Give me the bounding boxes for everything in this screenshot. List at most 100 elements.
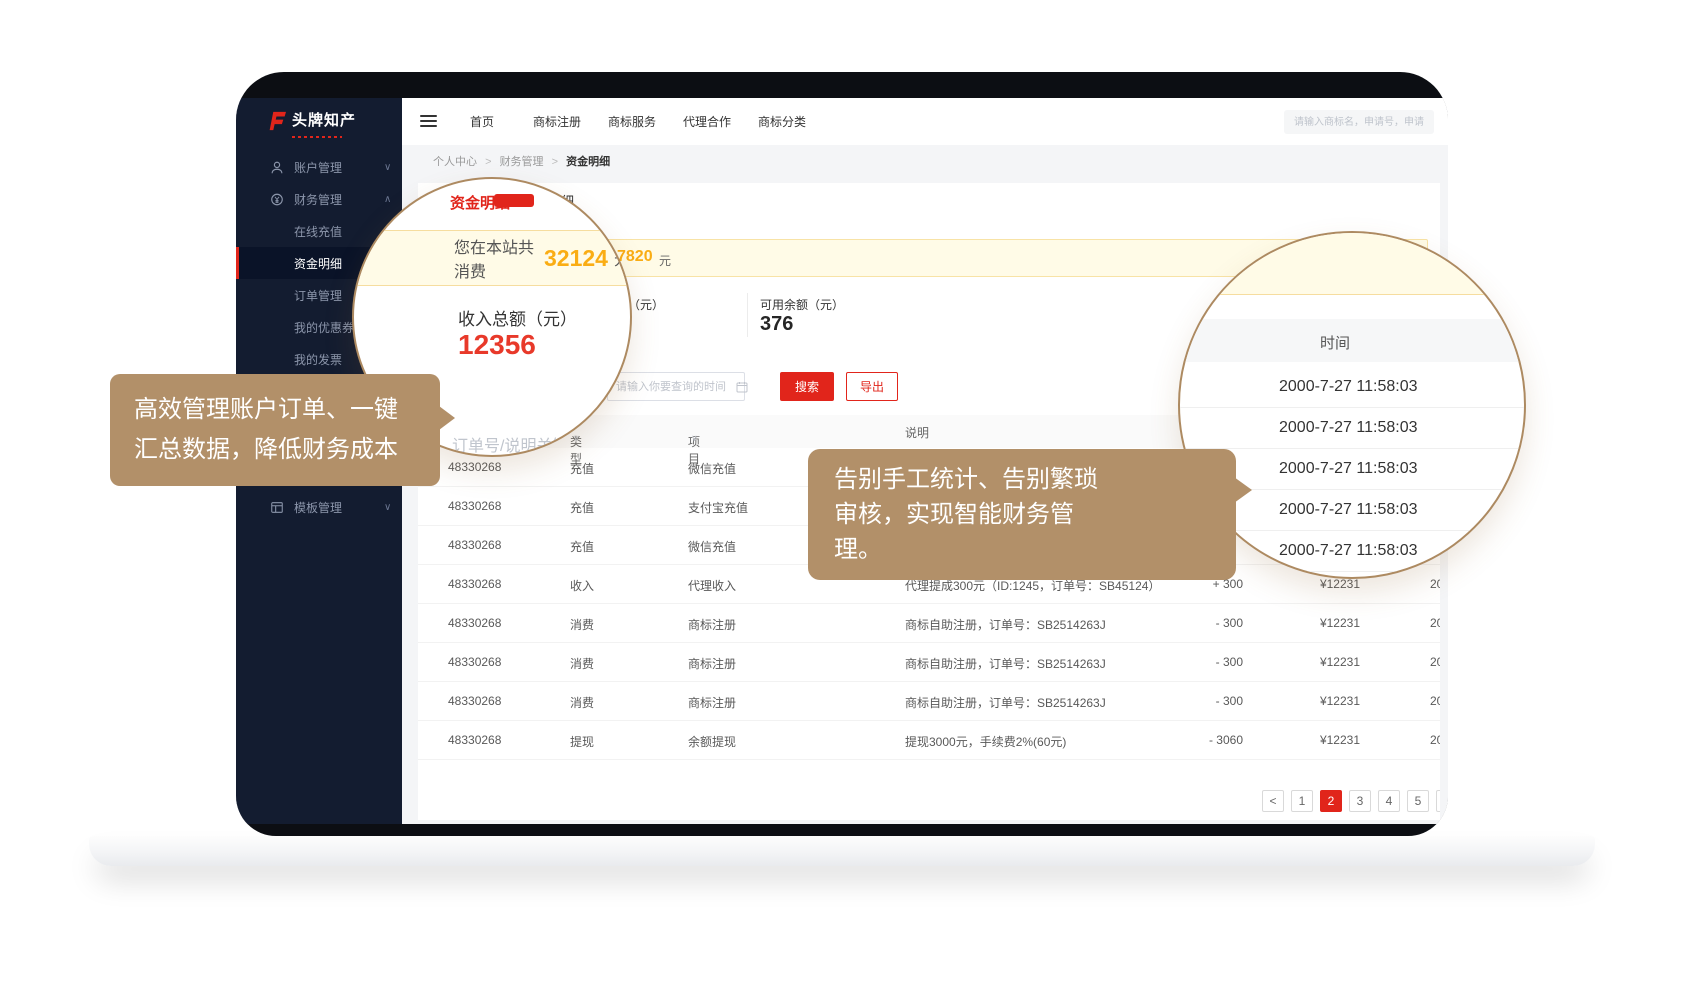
- sidebar-item-templates[interactable]: 模板管理 ∨: [236, 491, 402, 523]
- breadcrumb: 个人中心 > 财务管理 > 资金明细: [402, 145, 1448, 177]
- table-row: 48330268 提现 余额提现 提现3000元，手续费2%(60元) - 30…: [418, 721, 1440, 760]
- balance-value: 376: [760, 313, 793, 336]
- balance-label: 可用余额（元）: [760, 296, 844, 313]
- magnified-time-row: 2000-7-27 11:58:03: [1180, 408, 1524, 449]
- callout-line: 审核，实现智能财务管: [834, 497, 1210, 532]
- cell-project: 微信充值: [688, 460, 736, 477]
- header-desc: 说明: [905, 424, 929, 441]
- sidebar-item-account[interactable]: 账户管理 ∨: [236, 151, 402, 183]
- page-number-button[interactable]: 5: [1407, 790, 1429, 812]
- cell-project: 商标注册: [688, 616, 736, 633]
- date-input[interactable]: [607, 372, 745, 401]
- page-prev-button[interactable]: <: [1262, 790, 1284, 812]
- cell-type: 收入: [570, 577, 594, 594]
- caret-down-icon: ∨: [691, 433, 698, 444]
- laptop-base: [89, 836, 1595, 866]
- logo-tagline: [292, 136, 342, 138]
- cell-order: 48330268: [448, 499, 501, 513]
- magnified-banner-strip: [1180, 233, 1524, 295]
- cell-amount: - 300: [1123, 694, 1243, 708]
- page-number-button[interactable]: 3: [1349, 790, 1371, 812]
- cell-order: 48330268: [448, 577, 501, 591]
- cell-balance: ¥12231: [1250, 577, 1360, 591]
- cell-type: 充值: [570, 538, 594, 555]
- cell-project: 支付宝充值: [688, 499, 748, 516]
- cell-project: 代理收入: [688, 577, 736, 594]
- cell-type: 充值: [570, 460, 594, 477]
- cell-balance: ¥12231: [1250, 733, 1360, 747]
- cell-amount: - 3060: [1123, 733, 1243, 747]
- brand-name: 头牌知产: [292, 110, 356, 132]
- cell-type: 充值: [570, 499, 594, 516]
- nav-item[interactable]: 商标服务: [602, 113, 662, 130]
- nav-items: 首页商标注册商标服务代理合作商标分类: [452, 98, 812, 145]
- magnified-time-row: 2000-7-27 11:58:03: [1180, 367, 1524, 408]
- cell-order: 48330268: [448, 655, 501, 669]
- callout-line: 高效管理账户订单、一键: [134, 390, 416, 430]
- cell-order: 48330268: [448, 538, 501, 552]
- cell-balance: ¥12231: [1250, 616, 1360, 630]
- cell-order: 48330268: [448, 694, 501, 708]
- cell-project: 微信充值: [688, 538, 736, 555]
- magnified-consumption-amount: 32124: [544, 245, 608, 272]
- cell-amount: - 300: [1123, 655, 1243, 669]
- page: 头牌知产 账户管理 ∨ 财务管理 ∧: [0, 0, 1696, 1002]
- search-button[interactable]: 搜索: [780, 372, 834, 401]
- nav-item[interactable]: 首页: [452, 113, 512, 130]
- callout-right: 告别手工统计、告别繁琐审核，实现智能财务管理。: [808, 449, 1236, 580]
- breadcrumb-section[interactable]: 财务管理: [500, 156, 544, 168]
- sidebar-item-finance[interactable]: 财务管理 ∧: [236, 183, 402, 215]
- cell-time: 2000-7-27 11:58:03: [1430, 733, 1440, 747]
- chevron-down-icon: ∨: [384, 502, 391, 513]
- cell-desc: 商标自助注册，订单号：SB2514263J: [905, 655, 1106, 672]
- cell-type: 消费: [570, 616, 594, 633]
- chevron-up-icon: ∧: [384, 194, 391, 205]
- chevron-down-icon: ∨: [384, 162, 391, 173]
- cell-time: 2000-7-27 11:58:03: [1430, 577, 1440, 591]
- callout-line: 理。: [834, 532, 1210, 567]
- table-row: 48330268 消费 商标注册 商标自助注册，订单号：SB2514263J -…: [418, 604, 1440, 643]
- cell-balance: ¥12231: [1250, 694, 1360, 708]
- nav-item[interactable]: 代理合作: [677, 113, 737, 130]
- cell-desc: 提现3000元，手续费2%(60元): [905, 733, 1066, 750]
- page-number-button[interactable]: 2: [1320, 790, 1342, 812]
- magnified-time-header: 时间: [1180, 319, 1524, 362]
- magnified-income-value: 12356: [458, 329, 536, 361]
- menu-icon[interactable]: [420, 115, 437, 128]
- cell-desc: 商标自助注册，订单号：SB2514263J: [905, 694, 1106, 711]
- export-button[interactable]: 导出: [846, 372, 898, 401]
- page-next-button[interactable]: >: [1436, 790, 1440, 812]
- cell-order: 48330268: [448, 460, 501, 474]
- pagination: < 12345 >: [1262, 790, 1440, 812]
- nav-item[interactable]: 商标注册: [527, 113, 587, 130]
- top-nav: 首页商标注册商标服务代理合作商标分类: [402, 98, 1448, 145]
- magnified-tab-pill: [494, 194, 534, 207]
- magnified-banner: 您在本站共消费 32124 元: [354, 230, 630, 286]
- magnified-income-label: 收入总额（元）: [458, 305, 577, 330]
- cell-project: 商标注册: [688, 694, 736, 711]
- cell-project: 余额提现: [688, 733, 736, 750]
- table-row: 48330268 消费 商标注册 商标自助注册，订单号：SB2514263J -…: [418, 682, 1440, 721]
- magnified-keyword-placeholder: 订单号/说明关键字: [452, 432, 584, 456]
- nav-item[interactable]: 商标分类: [752, 113, 812, 130]
- cell-order: 48330268: [448, 733, 501, 747]
- callout-left: 高效管理账户订单、一键汇总数据，降低财务成本: [110, 374, 440, 486]
- cell-time: 2000-7-27 11:58:03: [1430, 694, 1440, 708]
- wallet-icon: [270, 191, 286, 207]
- logo-icon: [266, 110, 286, 132]
- breadcrumb-home[interactable]: 个人中心: [433, 156, 477, 168]
- cell-amount: - 300: [1123, 616, 1243, 630]
- cell-type: 消费: [570, 655, 594, 672]
- logo: 头牌知产: [266, 110, 356, 132]
- divider: [747, 293, 748, 337]
- search-input[interactable]: [1284, 110, 1434, 134]
- page-number-button[interactable]: 1: [1291, 790, 1313, 812]
- user-icon: [270, 159, 286, 175]
- cell-type: 提现: [570, 733, 594, 750]
- page-number-button[interactable]: 4: [1378, 790, 1400, 812]
- cell-order: 48330268: [448, 616, 501, 630]
- template-icon: [270, 499, 286, 515]
- cell-project: 商标注册: [688, 655, 736, 672]
- cell-time: 2000-7-27 11:58:03: [1430, 655, 1440, 669]
- table-row: 48330268 消费 商标注册 商标自助注册，订单号：SB2514263J -…: [418, 643, 1440, 682]
